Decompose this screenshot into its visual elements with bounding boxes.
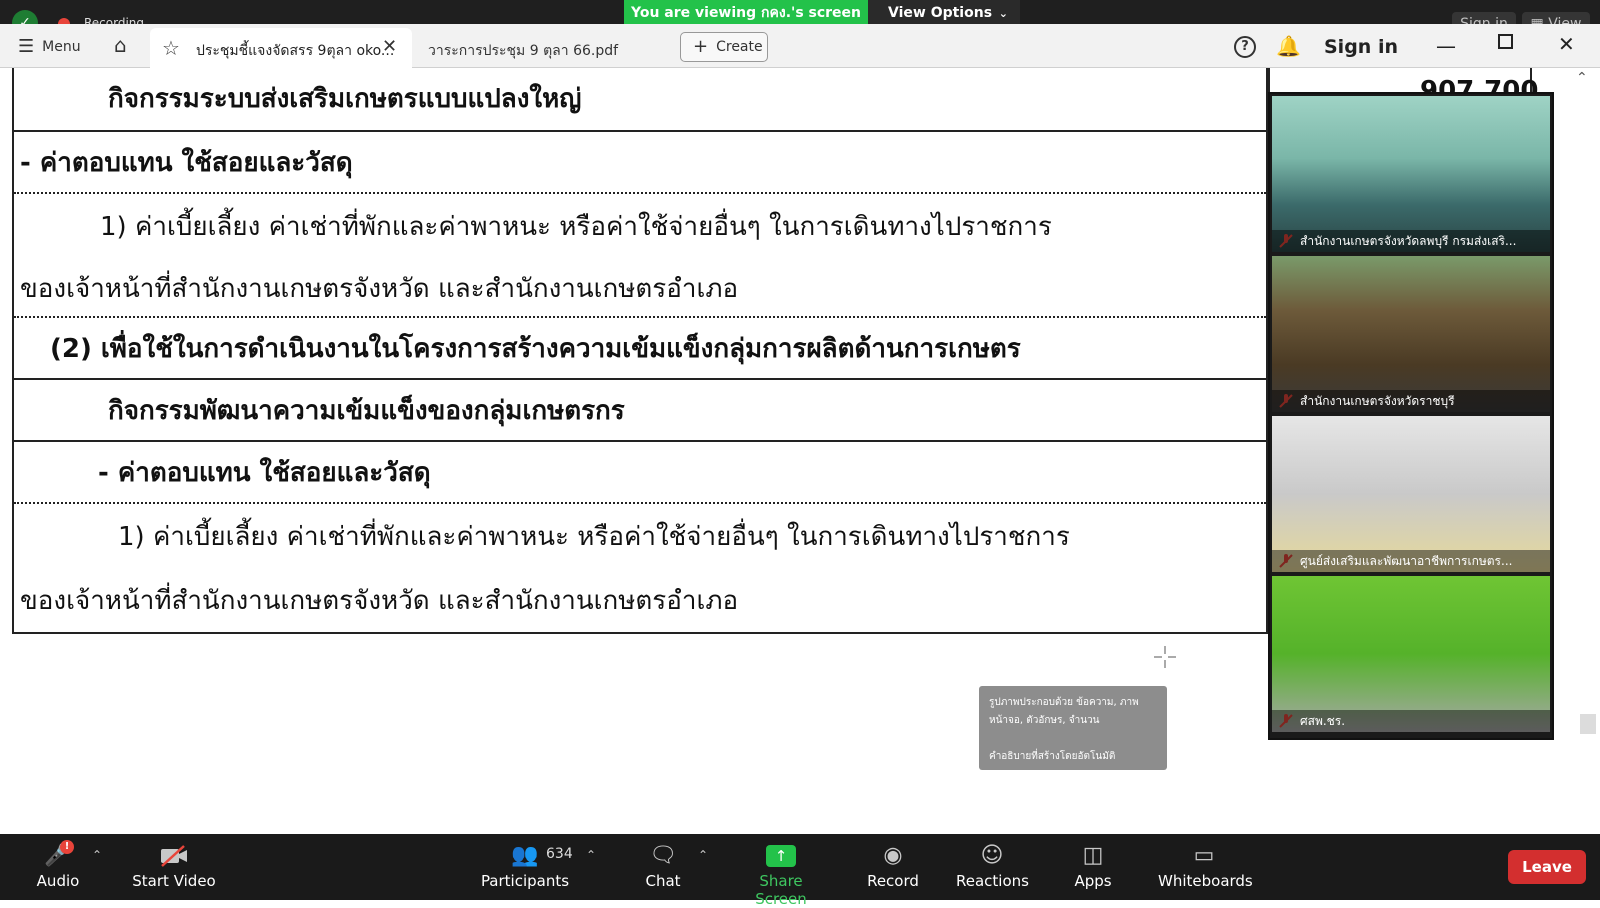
apps-label: Apps [1074, 872, 1112, 890]
scroll-up-arrow-icon[interactable]: ⌃ [1576, 70, 1588, 86]
table-row: ของเจ้าหน้าที่สำนักงานเกษตรจังหวัด และสำ… [14, 256, 1266, 318]
scrollbar-thumb[interactable] [1580, 714, 1596, 734]
apps-button[interactable]: ◫ Apps [1072, 840, 1114, 896]
viewing-banner: You are viewing กคง.'s screen [624, 0, 868, 27]
participant-video-tile[interactable]: สำนักงานเกษตรจังหวัดราชบุรี [1272, 256, 1550, 412]
table-row: (2) เพื่อใช้ในการดำเนินงานในโครงการสร้าง… [14, 318, 1266, 380]
zoom-top-bar: You are viewing กคง.'s screen View Optio… [0, 0, 1600, 27]
view-options-label: View Options [888, 5, 993, 21]
video-off-icon [132, 840, 216, 872]
row-text: 1) ค่าเบี้ยเลี้ยง ค่าเช่าที่พักและค่าพาห… [100, 212, 1052, 242]
share-screen-icon: ↑ [734, 840, 828, 872]
chat-button[interactable]: 🗨 Chat [640, 840, 686, 896]
tab-title: วาระการประชุม 9 ตุลา 66.pdf [428, 43, 619, 59]
meeting-toolbar: 🎤 Audio ! ⌃ Start Video 👥 Participants 6… [0, 834, 1600, 908]
close-tab-icon[interactable]: ✕ [382, 36, 397, 57]
audio-label: Audio [36, 872, 80, 890]
start-video-button[interactable]: Start Video [132, 840, 216, 896]
smiley-plus-icon: ☺ [980, 843, 1004, 868]
chevron-down-icon: ⌄ [998, 7, 1008, 20]
chat-options-caret-icon[interactable]: ⌃ [698, 848, 708, 862]
help-icon[interactable]: ? [1234, 36, 1256, 58]
reactions-label: Reactions [956, 872, 1029, 890]
participant-name: สำนักงานเกษตรจังหวัดลพบุรี กรมส่งเสริ... [1272, 230, 1550, 252]
participants-options-caret-icon[interactable]: ⌃ [586, 848, 596, 862]
participant-video-strip: สำนักงานเกษตรจังหวัดลพบุรี กรมส่งเสริ...… [1268, 92, 1554, 740]
microphone-icon: 🎤 [44, 843, 72, 868]
tooltip-line: รูปภาพประกอบด้วย ข้อความ, ภาพ [989, 697, 1139, 708]
participant-name: สำนักงานเกษตรจังหวัดราชบุรี [1272, 390, 1550, 412]
table-row: 1) ค่าเบี้ยเลี้ยง ค่าเช่าที่พักและค่าพาห… [14, 504, 1266, 566]
record-icon: ◉ [883, 843, 903, 868]
crosshair-cursor-icon [1154, 646, 1176, 668]
audio-alert-badge: ! [60, 840, 74, 854]
close-window-icon[interactable]: ✕ [1558, 32, 1575, 56]
share-screen-label: Share Screen [755, 872, 807, 908]
table-row: กิจกรรมพัฒนาความเข้มแข็งของกลุ่มเกษตรกร [14, 380, 1266, 442]
participant-name: ศูนย์ส่งเสริมและพัฒนาอาชีพการเกษตร... [1272, 550, 1550, 572]
browser-tab[interactable]: วาระการประชุม 9 ตุลา 66.pdf [428, 40, 618, 62]
menu-label: Menu [42, 39, 81, 55]
whiteboards-button[interactable]: ▭ Whiteboards [1158, 840, 1253, 896]
audio-options-caret-icon[interactable]: ⌃ [92, 848, 102, 862]
row-text: - ค่าตอบแทน ใช้สอยและวัสดุ [98, 458, 431, 488]
menu-button[interactable]: ☰ Menu [18, 36, 81, 57]
budget-table: กิจกรรมระบบส่งเสริมเกษตรแบบแปลงใหญ่ - ค่… [12, 68, 1268, 634]
plus-icon: + [693, 36, 709, 57]
create-button[interactable]: + Create [680, 32, 768, 62]
row-text: 1) ค่าเบี้ยเลี้ยง ค่าเช่าที่พักและค่าพาห… [118, 522, 1070, 552]
record-label: Record [867, 872, 919, 890]
table-row: - ค่าตอบแทน ใช้สอยและวัสดุ [14, 132, 1266, 194]
tab-title: ประชุมชี้แจงจัดสรร 9ตุลา oko... [196, 43, 395, 59]
reactions-button[interactable]: ☺ Reactions [956, 840, 1029, 896]
participant-name: ศสพ.ชร. [1272, 710, 1550, 732]
browser-tab-active[interactable]: ☆ ประชุมชี้แจงจัดสรร 9ตุลา oko... ✕ [150, 28, 412, 68]
table-row: - ค่าตอบแทน ใช้สอยและวัสดุ [14, 442, 1266, 504]
create-label: Create [716, 39, 763, 55]
home-icon: ⌂ [114, 33, 127, 57]
record-button[interactable]: ◉ Record [864, 840, 922, 896]
participants-count: 634 [546, 846, 573, 862]
chat-bubble-icon: 🗨 [649, 843, 677, 868]
row-text: กิจกรรมระบบส่งเสริมเกษตรแบบแปลงใหญ่ [108, 84, 582, 114]
table-row: ของเจ้าหน้าที่สำนักงานเกษตรจังหวัด และสำ… [14, 566, 1266, 632]
leave-button[interactable]: Leave [1508, 850, 1586, 884]
row-text: - ค่าตอบแทน ใช้สอยและวัสดุ [20, 148, 353, 178]
view-options-button[interactable]: View Options ⌄ [868, 0, 1020, 27]
whiteboard-icon: ▭ [1193, 843, 1215, 868]
row-text: ของเจ้าหน้าที่สำนักงานเกษตรจังหวัด และสำ… [20, 586, 739, 616]
bell-icon[interactable]: 🔔 [1276, 34, 1301, 58]
start-video-label: Start Video [132, 872, 216, 890]
maximize-icon[interactable] [1498, 34, 1513, 49]
audio-button[interactable]: 🎤 Audio [26, 840, 90, 896]
tooltip-line: คำอธิบายที่สร้างโดยอัตโนมัติ [989, 751, 1116, 762]
whiteboards-label: Whiteboards [1158, 872, 1253, 890]
apps-icon: ◫ [1082, 843, 1104, 868]
minimize-icon[interactable]: — [1436, 34, 1456, 58]
table-row: กิจกรรมระบบส่งเสริมเกษตรแบบแปลงใหญ่ [14, 68, 1266, 132]
tooltip-line: หน้าจอ, ตัวอักษร, จำนวน [989, 715, 1100, 726]
participant-video-tile[interactable]: สำนักงานเกษตรจังหวัดลพบุรี กรมส่งเสริ... [1272, 96, 1550, 252]
hamburger-icon: ☰ [18, 36, 35, 57]
share-screen-button[interactable]: ↑ Share Screen [734, 840, 828, 908]
star-icon[interactable]: ☆ [162, 36, 180, 60]
browser-tab-bar: ☰ Menu ⌂ ☆ ประชุมชี้แจงจัดสรร 9ตุลา oko..… [0, 24, 1600, 68]
chat-label: Chat [645, 872, 681, 890]
row-text: กิจกรรมพัฒนาความเข้มแข็งของกลุ่มเกษตรกร [108, 396, 625, 426]
participants-label: Participants [480, 872, 570, 890]
participant-video-tile[interactable]: ศูนย์ส่งเสริมและพัฒนาอาชีพการเกษตร... [1272, 416, 1550, 572]
row-text: ของเจ้าหน้าที่สำนักงานเกษตรจังหวัด และสำ… [20, 274, 739, 304]
table-row: 1) ค่าเบี้ยเลี้ยง ค่าเช่าที่พักและค่าพาห… [14, 194, 1266, 256]
home-button[interactable]: ⌂ [114, 33, 127, 57]
row-text: (2) เพื่อใช้ในการดำเนินงานในโครงการสร้าง… [50, 334, 1021, 364]
sign-in-button[interactable]: Sign in [1324, 36, 1398, 58]
participant-video-tile[interactable]: ศสพ.ชร. [1272, 576, 1550, 732]
image-description-tooltip: รูปภาพประกอบด้วย ข้อความ, ภาพ หน้าจอ, ตั… [979, 686, 1167, 770]
